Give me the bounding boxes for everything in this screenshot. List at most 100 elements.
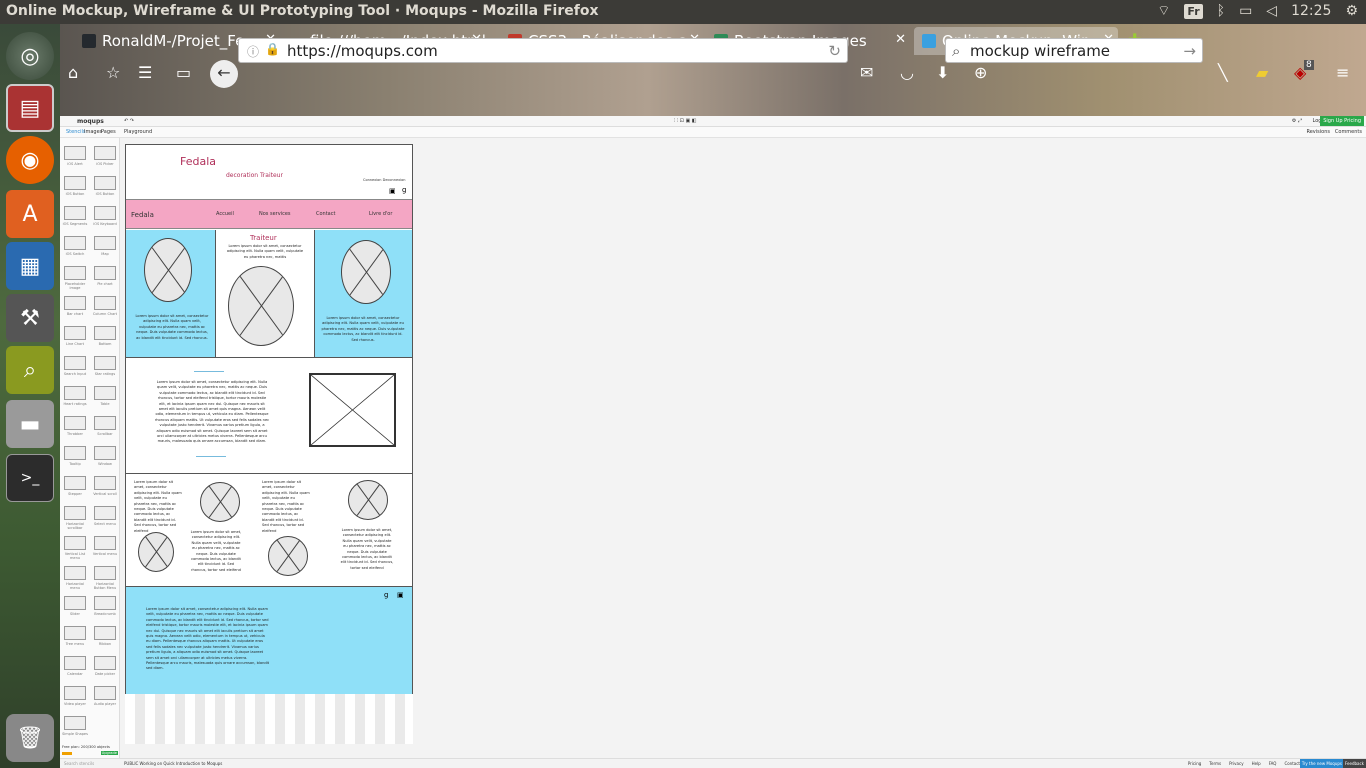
facebook-icon[interactable]: ▣: [389, 187, 396, 195]
stencil-item[interactable]: iOS Picker: [92, 146, 118, 166]
stencil-item[interactable]: Stepper: [62, 476, 88, 496]
footer-link[interactable]: Help: [1252, 761, 1261, 766]
writer-icon[interactable]: ▦: [6, 242, 54, 290]
stencil-item[interactable]: Calendar: [62, 656, 88, 676]
ubuntu-logo-icon[interactable]: ◎: [6, 32, 54, 80]
stencil-item[interactable]: Select menu: [92, 506, 118, 526]
bluetooth-icon[interactable]: ᛒ: [1217, 3, 1225, 19]
go-arrow-icon[interactable]: →: [1183, 42, 1196, 60]
settings-icon[interactable]: ⚙ ⤢: [1292, 118, 1302, 124]
tab-stencils[interactable]: Stencils: [66, 129, 86, 135]
stencil-item[interactable]: Audio player: [92, 686, 118, 706]
stencil-item[interactable]: Bottom: [92, 326, 118, 346]
stencil-item[interactable]: Horizontal Button Menu: [92, 566, 118, 590]
search-field[interactable]: ⌕ mockup wireframe →: [945, 38, 1203, 63]
firefox-icon[interactable]: ◉: [6, 136, 54, 184]
stencil-item[interactable]: Table: [92, 386, 118, 406]
trash-icon[interactable]: 🗑: [6, 714, 54, 762]
stencil-item[interactable]: Window: [92, 446, 118, 466]
stencil-item[interactable]: Video player: [62, 686, 88, 706]
stencil-item[interactable]: Star ratings: [92, 356, 118, 376]
clock[interactable]: 12:25: [1291, 3, 1331, 19]
stencil-item[interactable]: iOS Segments: [62, 206, 88, 226]
stencil-item[interactable]: Pie chart: [92, 266, 118, 286]
stencil-item[interactable]: Tree menu: [62, 626, 88, 646]
comments-button[interactable]: Comments: [1335, 129, 1362, 135]
folder-icon[interactable]: ▭: [176, 63, 191, 82]
nav-livre-dor[interactable]: Livre d'or: [369, 211, 392, 217]
facebook-icon[interactable]: ▣: [397, 591, 404, 599]
footer-link[interactable]: Terms: [1209, 761, 1221, 766]
mail-icon[interactable]: ✉: [860, 63, 873, 82]
stencil-item[interactable]: iOS Button: [92, 176, 118, 196]
info-icon[interactable]: ⓘ: [247, 43, 259, 60]
undo-icon[interactable]: ↶ ↷: [124, 118, 134, 124]
files-icon[interactable]: ▤: [6, 84, 54, 132]
footer-link[interactable]: Contact: [1284, 761, 1300, 766]
stencil-item[interactable]: Placeholder image: [62, 266, 88, 290]
stencil-item[interactable]: Vertical menu: [92, 536, 118, 556]
stencil-item[interactable]: iOS Alert: [62, 146, 88, 166]
stencil-item[interactable]: Ribbon: [92, 626, 118, 646]
stencil-item[interactable]: Horizontal menu: [62, 566, 88, 590]
stencil-item[interactable]: iOS Keyboard: [92, 206, 118, 226]
home-icon[interactable]: ⌂: [68, 63, 78, 82]
footer-link[interactable]: Pricing: [1188, 761, 1201, 766]
hamburger-menu-icon[interactable]: ≡: [1336, 63, 1349, 82]
close-icon[interactable]: ✕: [895, 32, 906, 47]
target-icon[interactable]: ⊕: [974, 63, 987, 82]
stencil-item[interactable]: Date picker: [92, 656, 118, 676]
reload-icon[interactable]: ↻: [828, 42, 841, 60]
keyboard-layout[interactable]: Fr: [1184, 3, 1203, 19]
google-icon[interactable]: g: [402, 186, 406, 194]
signup-button[interactable]: Sign Up Pricing: [1320, 116, 1364, 126]
battery-icon[interactable]: ▭: [1239, 3, 1252, 19]
stencil-item[interactable]: Tooltip: [62, 446, 88, 466]
settings-icon[interactable]: ⚒: [6, 294, 54, 342]
url-bar[interactable]: ⓘ 🔒 https://moqups.com ↻: [238, 38, 848, 63]
stencil-item[interactable]: Horizontal scrollbar: [62, 506, 88, 530]
magnifier-icon[interactable]: ⌕: [6, 346, 54, 394]
volume-icon[interactable]: ◁: [1266, 3, 1277, 19]
tab-pages[interactable]: Pages: [101, 129, 116, 135]
stencil-item[interactable]: Map: [92, 236, 118, 256]
stencil-item[interactable]: Scrollbar: [92, 416, 118, 436]
stencil-item[interactable]: Search Input: [62, 356, 88, 376]
try-new-button[interactable]: Try the new Moqups: [1299, 759, 1344, 768]
bookmark-star-icon[interactable]: ☆: [106, 63, 120, 82]
stencil-item[interactable]: Throbber: [62, 416, 88, 436]
feedback-button[interactable]: Feedback: [1342, 759, 1366, 768]
ruler-icon[interactable]: ▰: [1256, 63, 1268, 82]
moqups-logo[interactable]: moqups: [77, 118, 104, 125]
search-stencils-input[interactable]: Search stencils: [64, 761, 94, 766]
stencil-item[interactable]: Column Chart: [92, 296, 118, 316]
stencil-item[interactable]: Line Chart: [62, 326, 88, 346]
tab-images[interactable]: Images: [84, 129, 102, 135]
google-icon[interactable]: g: [384, 591, 388, 599]
pocket-icon[interactable]: ◡: [900, 63, 914, 82]
download-icon[interactable]: ⬇: [936, 63, 949, 82]
stencil-item[interactable]: Heart ratings: [62, 386, 88, 406]
footer-link[interactable]: Privacy: [1229, 761, 1243, 766]
nav-brand[interactable]: Fedala: [131, 211, 154, 219]
mockup-page[interactable]: Fedala decoration Traiteur Connexion Dec…: [125, 144, 413, 694]
playground-dropdown[interactable]: Playground: [124, 129, 152, 135]
gear-icon[interactable]: ⚙: [1345, 3, 1358, 19]
nav-contact[interactable]: Contact: [316, 211, 335, 217]
stencil-item[interactable]: Breadcrumb: [92, 596, 118, 616]
back-arrow-icon[interactable]: ←: [210, 60, 238, 88]
wifi-icon[interactable]: ⌔: [1157, 2, 1170, 20]
terminal-icon[interactable]: >_: [6, 454, 54, 502]
stencil-item[interactable]: Slider: [62, 596, 88, 616]
drive-icon[interactable]: ▬: [6, 400, 54, 448]
nav-services[interactable]: Nos services: [259, 211, 291, 217]
software-center-icon[interactable]: A: [6, 190, 54, 238]
footer-link[interactable]: FAQ: [1269, 761, 1277, 766]
pin-icon[interactable]: ╲: [1218, 63, 1228, 82]
upgrade-button[interactable]: Upgrade: [100, 751, 118, 755]
align-tools[interactable]: ⫶ ⫶ ⊡ ▣ ◧: [674, 118, 697, 124]
stencil-item[interactable]: iOS Button: [62, 176, 88, 196]
stencil-item[interactable]: Vertical scroll: [92, 476, 118, 496]
stencil-item[interactable]: Simple Shapes: [62, 716, 88, 736]
revisions-button[interactable]: Revisions: [1306, 129, 1330, 135]
